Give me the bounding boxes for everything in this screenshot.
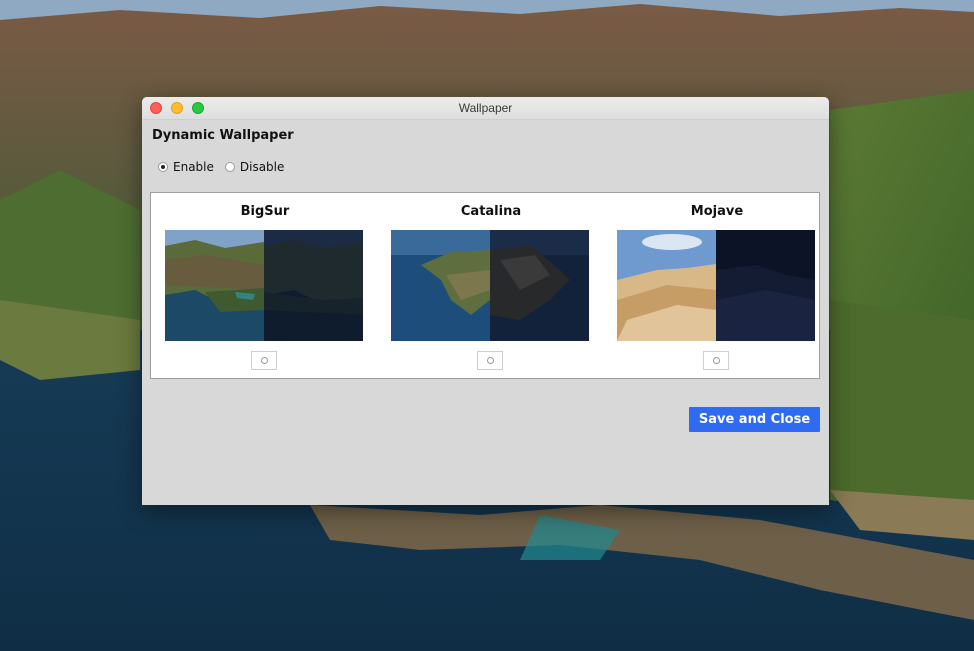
wallpaper-window: Wallpaper Dynamic Wallpaper Enable Disab… (142, 97, 829, 505)
wallpaper-name: BigSur (240, 204, 290, 219)
disable-radio[interactable] (224, 162, 235, 172)
enable-radio[interactable] (158, 162, 168, 172)
mojave-night-image (716, 230, 815, 341)
dynamic-wallpaper-heading: Dynamic Wallpaper (152, 128, 294, 143)
radio-dot (261, 357, 268, 364)
title-bar[interactable]: Wallpaper (142, 97, 829, 120)
enable-label: Enable (173, 160, 214, 174)
bigsur-select-radio[interactable] (251, 351, 277, 370)
catalina-night-image (490, 230, 589, 341)
window-title: Wallpaper (458, 101, 513, 115)
mojave-thumbnail[interactable] (617, 230, 815, 341)
wallpaper-selection-panel: BigSur Catalina Mojave (150, 192, 820, 379)
mojave-select-radio[interactable] (703, 351, 729, 370)
wallpaper-name: Catalina (460, 204, 522, 219)
radio-dot (713, 357, 720, 364)
disable-option[interactable]: Disable (224, 160, 285, 174)
enable-option[interactable]: Enable (158, 160, 214, 174)
save-and-close-button[interactable]: Save and Close (689, 407, 820, 432)
catalina-thumbnail[interactable] (391, 230, 589, 341)
mode-radio-group: Enable Disable (158, 160, 295, 174)
catalina-day-image (391, 230, 490, 341)
bigsur-thumbnail[interactable] (165, 230, 363, 341)
radio-dot (487, 357, 494, 364)
catalina-select-radio[interactable] (477, 351, 503, 370)
wallpaper-name: Mojave (690, 204, 744, 219)
disable-label: Disable (239, 160, 285, 174)
mojave-day-image (617, 230, 716, 341)
bigsur-night-image (264, 230, 363, 341)
bigsur-day-image (165, 230, 264, 341)
